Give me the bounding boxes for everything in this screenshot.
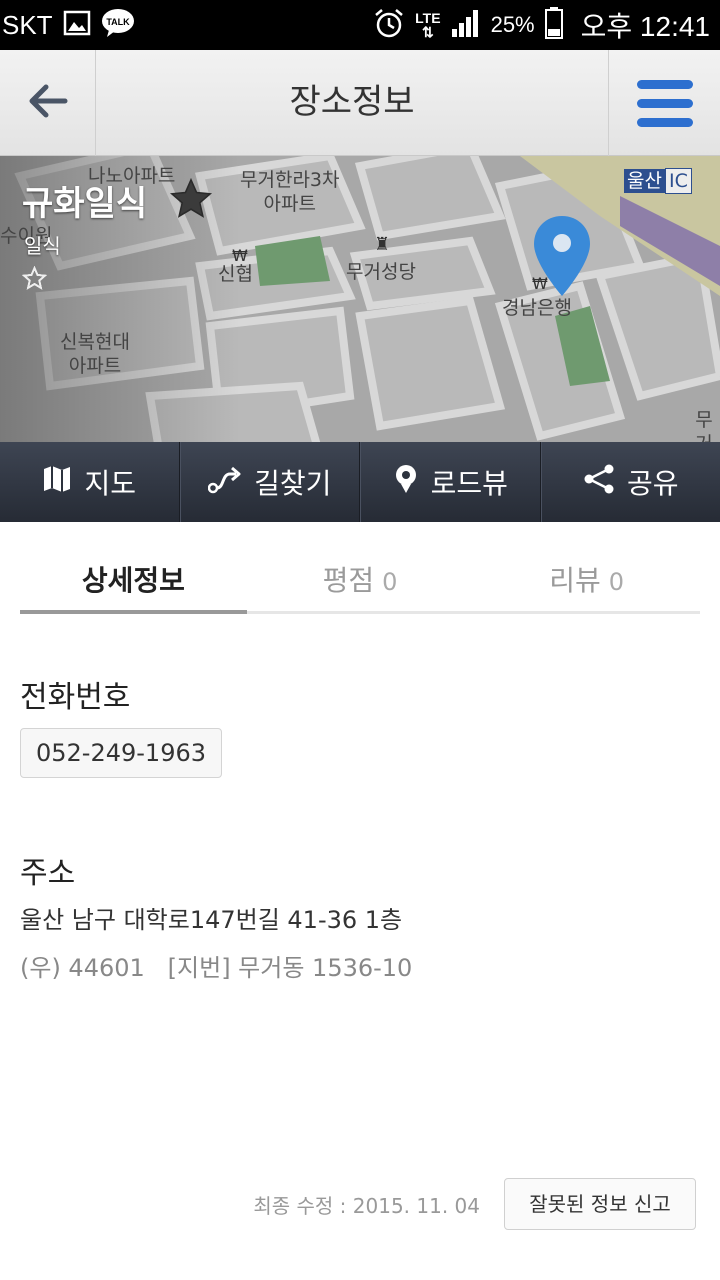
church-icon: ♜ xyxy=(374,234,391,255)
hamburger-menu-icon xyxy=(636,79,693,127)
tab-reviews[interactable]: 리뷰 0 xyxy=(473,552,700,611)
rating-star-icon xyxy=(22,266,47,290)
menu-button[interactable] xyxy=(608,50,720,156)
carrier-label: SKT xyxy=(2,9,53,40)
ulsan-ic-badge: 울산 IC xyxy=(624,166,692,194)
gallery-notification-icon xyxy=(63,9,91,41)
share-icon xyxy=(583,464,615,501)
battery-icon xyxy=(544,7,563,43)
reviews-count: 0 xyxy=(608,568,625,596)
address-sub-text: (우) 44601 [지번] 무거동 1536-10 xyxy=(20,954,413,982)
back-arrow-icon xyxy=(28,84,68,122)
status-bar: SKT TALK LTE ⇅ 25% 오후 12:41 xyxy=(0,0,720,50)
svg-text:TALK: TALK xyxy=(106,17,130,27)
last-modified-text: 최종 수정 : 2015. 11. 04 xyxy=(253,1194,480,1218)
kakaotalk-notification-icon: TALK xyxy=(101,8,135,42)
map-preview[interactable]: 나노아파트 무거한라3차 아파트 수이원 신협 무거성당 경남은행 신복현대 아… xyxy=(0,156,720,442)
detail-tabs: 상세정보 평점 0 리뷰 0 xyxy=(20,552,700,614)
back-button[interactable] xyxy=(0,50,96,156)
bank-icon: ₩ xyxy=(232,246,248,265)
place-category: 일식 xyxy=(24,234,61,258)
action-bar: 지도 길찾기 로드뷰 공유 xyxy=(0,442,720,522)
roadview-button-label: 로드뷰 xyxy=(430,467,508,500)
map-label: 신협 xyxy=(218,263,253,285)
directions-button-label: 길찾기 xyxy=(254,467,332,500)
signal-icon xyxy=(451,9,481,41)
map-label: 신복현대 아파트 xyxy=(60,331,130,377)
map-label: 무거 xyxy=(695,409,713,442)
phone-number-button[interactable]: 052-249-1963 xyxy=(20,728,222,778)
address-text: 울산 남구 대학로147번길 41-36 1층 xyxy=(20,906,403,934)
lte-indicator: LTE ⇅ xyxy=(415,10,441,40)
map-label: 경남은행 xyxy=(502,297,572,319)
map-label: 무거성당 xyxy=(346,261,416,283)
battery-percent: 25% xyxy=(490,12,535,37)
share-button-label: 공유 xyxy=(626,467,679,500)
app-bar: 장소정보 xyxy=(0,50,720,156)
directions-button[interactable]: 길찾기 xyxy=(179,442,360,522)
report-wrong-info-button[interactable]: 잘못된 정보 신고 xyxy=(504,1178,696,1230)
map-button-label: 지도 xyxy=(84,467,137,500)
map-button[interactable]: 지도 xyxy=(0,442,180,522)
phone-section-title: 전화번호 xyxy=(20,680,131,715)
roadview-icon xyxy=(393,463,419,502)
place-name: 규화일식 xyxy=(22,184,148,224)
ratings-count: 0 xyxy=(382,568,398,596)
tab-ratings[interactable]: 평점 0 xyxy=(247,552,474,611)
alarm-icon xyxy=(373,7,405,43)
roadview-button[interactable]: 로드뷰 xyxy=(360,442,541,522)
share-button[interactable]: 공유 xyxy=(540,442,720,522)
map-icon xyxy=(42,464,72,501)
directions-icon xyxy=(207,464,242,501)
map-label: 무거한라3차 아파트 xyxy=(240,169,340,215)
tab-details[interactable]: 상세정보 xyxy=(20,552,247,614)
page-title: 장소정보 xyxy=(289,82,415,122)
clock: 오후 12:41 xyxy=(580,11,710,42)
address-section-title: 주소 xyxy=(20,856,76,891)
